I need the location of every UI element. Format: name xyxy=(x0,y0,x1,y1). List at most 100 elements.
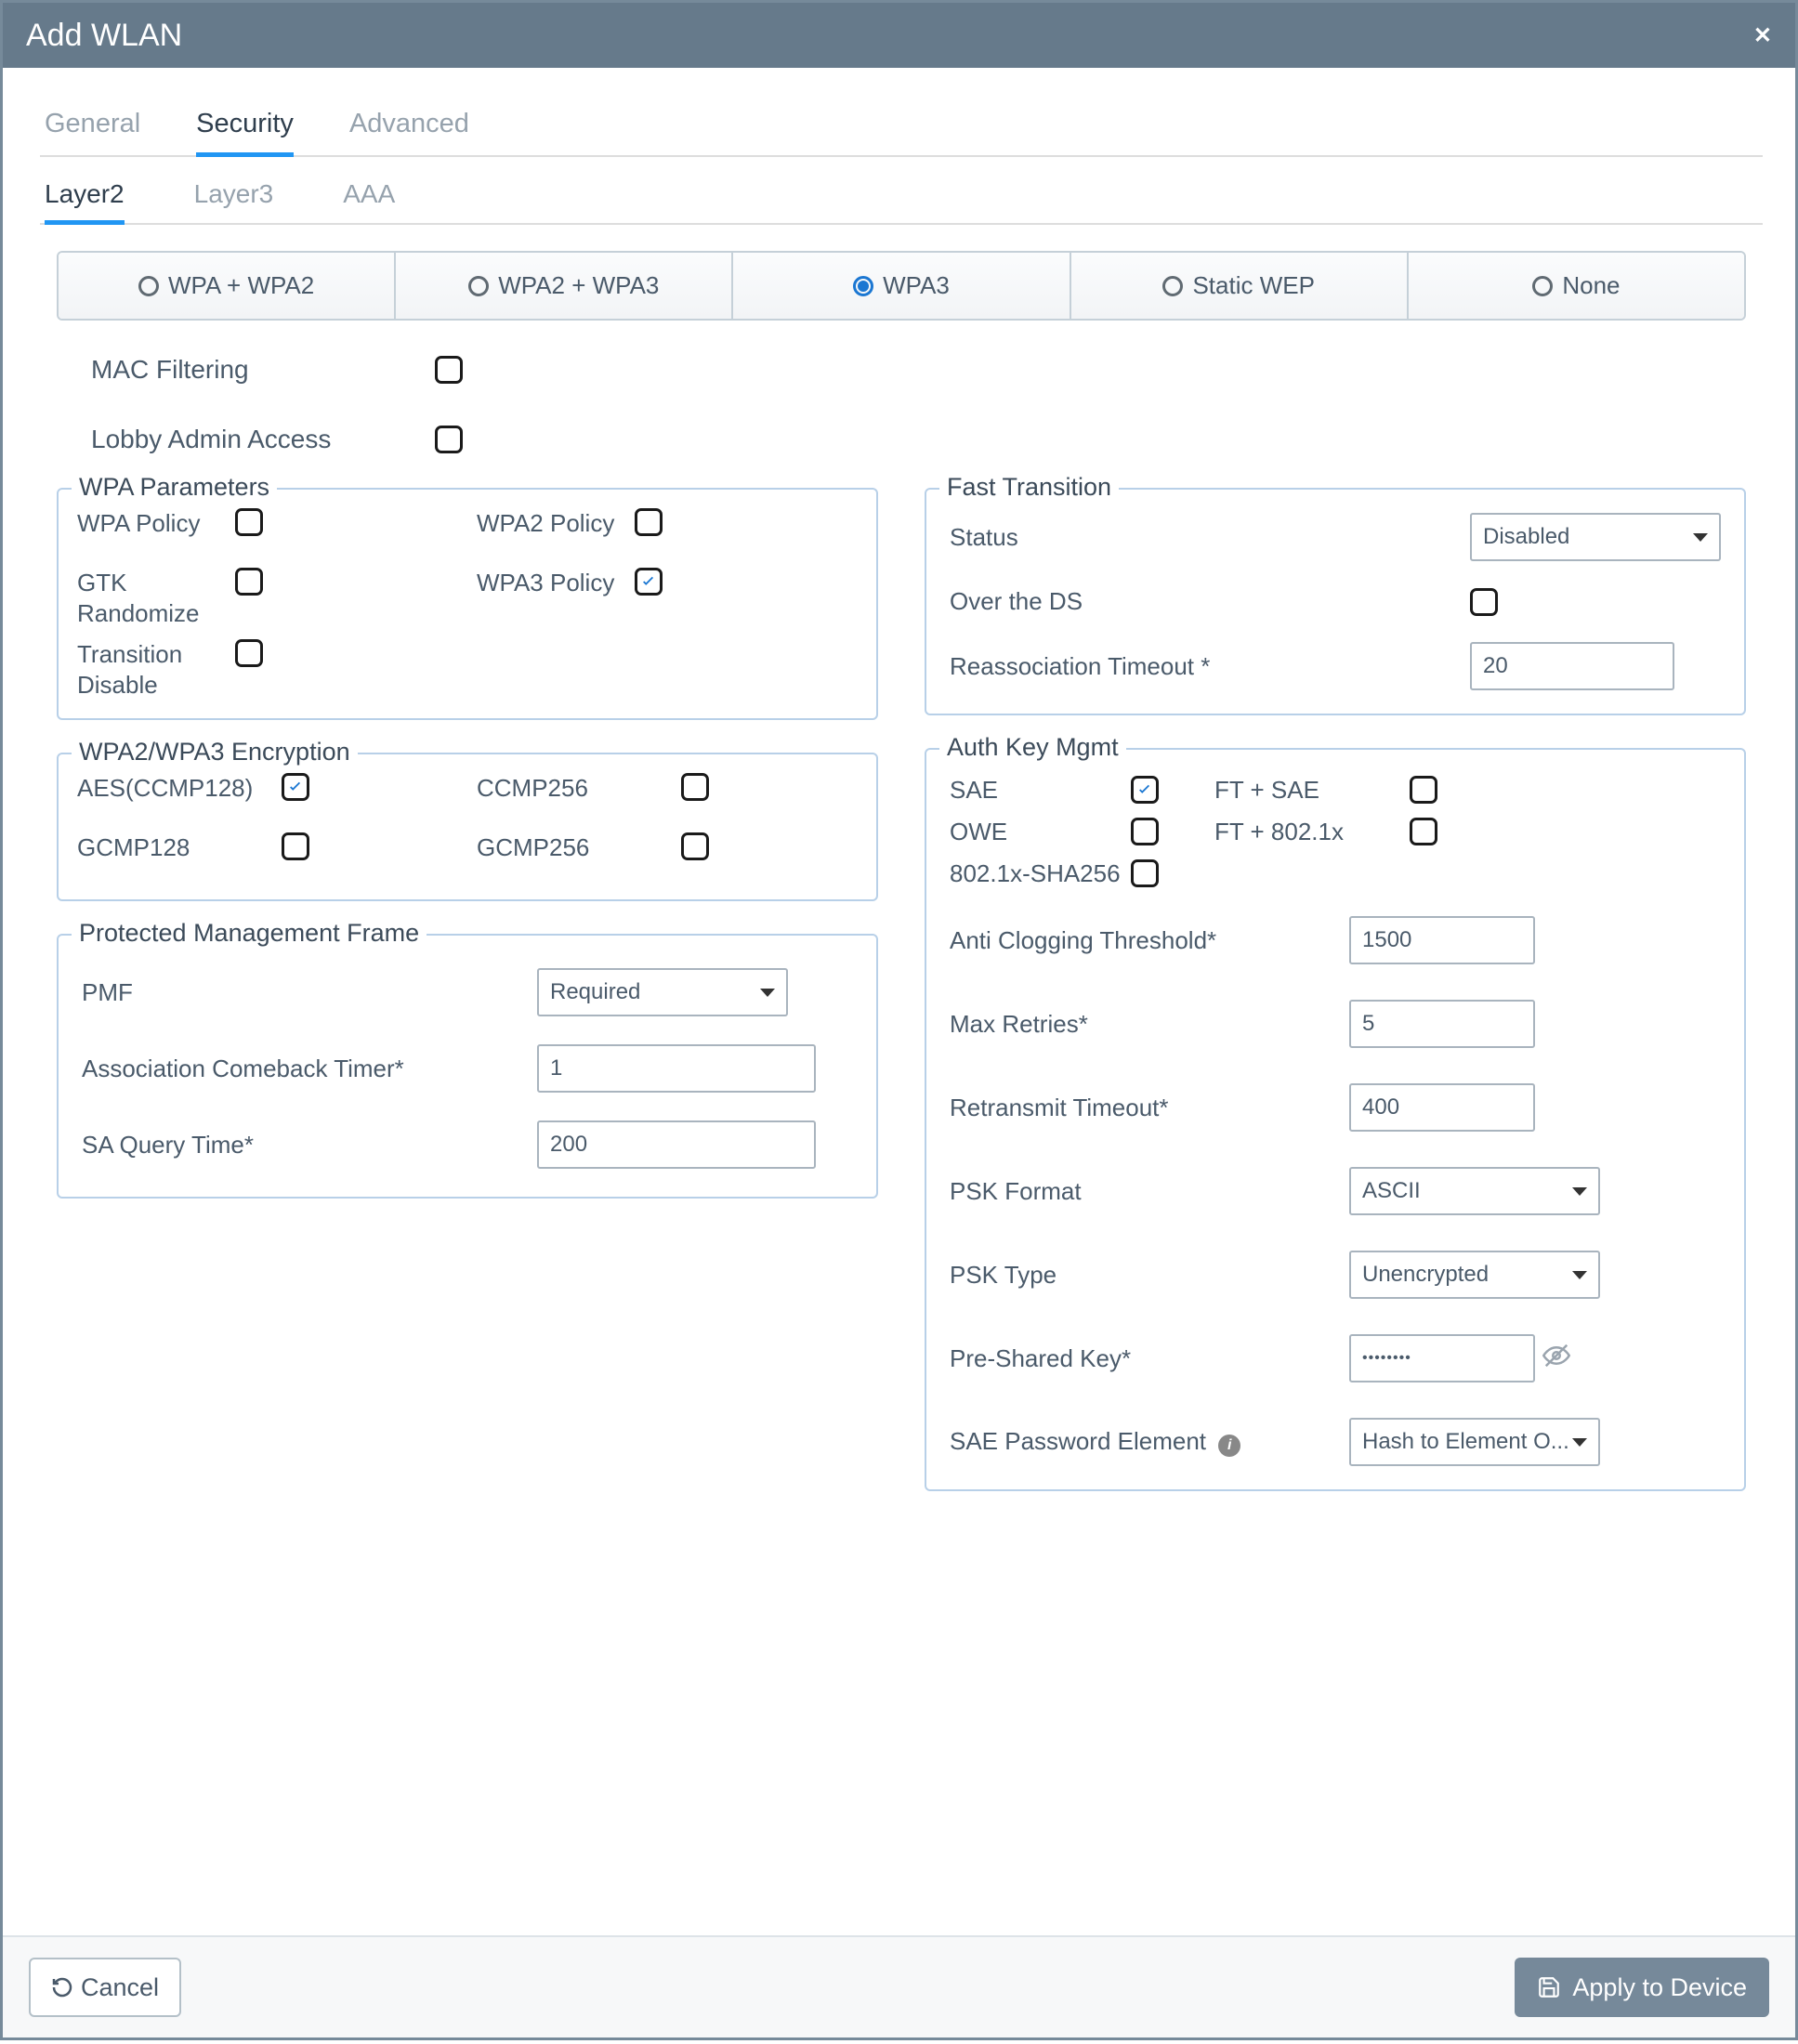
eye-icon[interactable] xyxy=(1542,1342,1570,1376)
assoc-comeback-label: Association Comeback Timer* xyxy=(82,1055,537,1083)
gcmp256-label: GCMP256 xyxy=(477,832,672,863)
ccmp256-checkbox[interactable] xyxy=(681,773,709,801)
sae-password-element-value: Hash to Element O... xyxy=(1362,1429,1569,1455)
subtab-layer3[interactable]: Layer3 xyxy=(194,168,274,223)
psk-type-value: Unencrypted xyxy=(1362,1262,1489,1288)
sa-query-input[interactable]: 200 xyxy=(537,1120,816,1169)
gtk-randomize-checkbox[interactable] xyxy=(235,568,263,596)
close-icon[interactable]: ✕ xyxy=(1753,22,1772,49)
security-mode-group: WPA + WPA2 WPA2 + WPA3 WPA3 Static WEP N… xyxy=(57,251,1746,321)
pmf-legend: Protected Management Frame xyxy=(72,919,427,948)
reassoc-timeout-value: 20 xyxy=(1483,653,1508,679)
sae-password-element-label: SAE Password Element i xyxy=(950,1427,1349,1457)
wpa2-policy-label: WPA2 Policy xyxy=(477,508,625,539)
wpa3-policy-checkbox[interactable] xyxy=(635,568,663,596)
mode-static-wep[interactable]: Static WEP xyxy=(1071,253,1409,319)
ft-8021x-checkbox[interactable] xyxy=(1410,818,1437,845)
owe-checkbox[interactable] xyxy=(1131,818,1159,845)
max-retries-label: Max Retries* xyxy=(950,1010,1349,1039)
save-icon xyxy=(1537,1975,1561,1999)
cancel-button[interactable]: Cancel xyxy=(29,1958,181,2017)
wpa-policy-label: WPA Policy xyxy=(77,508,226,539)
wpa-policy-checkbox[interactable] xyxy=(235,508,263,536)
reassoc-timeout-input[interactable]: 20 xyxy=(1470,642,1674,690)
wpa2-policy-checkbox[interactable] xyxy=(635,508,663,536)
max-retries-value: 5 xyxy=(1362,1011,1374,1037)
tab-security[interactable]: Security xyxy=(196,96,294,157)
8021x-sha256-checkbox[interactable] xyxy=(1131,859,1159,887)
mode-wpa3-label: WPA3 xyxy=(883,271,950,300)
tab-general[interactable]: General xyxy=(45,96,140,155)
subtab-layer2[interactable]: Layer2 xyxy=(45,168,125,225)
mode-wpa-wpa2[interactable]: WPA + WPA2 xyxy=(59,253,396,319)
psk-type-select[interactable]: Unencrypted xyxy=(1349,1251,1600,1299)
gcmp128-checkbox[interactable] xyxy=(282,832,309,860)
sae-label: SAE xyxy=(950,776,1131,805)
mode-wpa2-wpa3[interactable]: WPA2 + WPA3 xyxy=(396,253,733,319)
mode-wpa2-wpa3-label: WPA2 + WPA3 xyxy=(498,271,659,300)
tab-advanced[interactable]: Advanced xyxy=(349,96,469,155)
sub-tabs: Layer2 Layer3 AAA xyxy=(40,168,1763,225)
aes-ccmp128-checkbox[interactable] xyxy=(282,773,309,801)
8021x-sha256-label: 802.1x-SHA256 xyxy=(950,859,1131,888)
sae-checkbox[interactable] xyxy=(1131,776,1159,804)
mode-static-wep-label: Static WEP xyxy=(1192,271,1314,300)
gtk-randomize-label: GTK Randomize xyxy=(77,568,226,628)
retransmit-timeout-value: 400 xyxy=(1362,1094,1399,1120)
mac-filtering-checkbox[interactable] xyxy=(435,356,463,384)
pre-shared-key-value: •••••••• xyxy=(1362,1350,1411,1367)
cancel-button-label: Cancel xyxy=(81,1973,159,2002)
retransmit-timeout-input[interactable]: 400 xyxy=(1349,1083,1535,1132)
content-scroll[interactable]: General Security Advanced Layer2 Layer3 … xyxy=(3,68,1795,1935)
over-the-ds-checkbox[interactable] xyxy=(1470,588,1498,616)
ft-sae-checkbox[interactable] xyxy=(1410,776,1437,804)
auth-key-mgmt-legend: Auth Key Mgmt xyxy=(939,733,1126,762)
encryption-fieldset: WPA2/WPA3 Encryption AES(CCMP128) CCMP25… xyxy=(57,753,878,901)
pmf-select-value: Required xyxy=(550,979,640,1005)
ft-status-value: Disabled xyxy=(1483,524,1569,550)
undo-icon xyxy=(51,1976,73,1998)
psk-format-select[interactable]: ASCII xyxy=(1349,1167,1600,1215)
main-tabs: General Security Advanced xyxy=(40,96,1763,157)
max-retries-input[interactable]: 5 xyxy=(1349,1000,1535,1048)
auth-key-mgmt-fieldset: Auth Key Mgmt SAE FT + SAE OWE FT + 802.… xyxy=(925,748,1746,1491)
encryption-legend: WPA2/WPA3 Encryption xyxy=(72,738,358,766)
transition-disable-checkbox[interactable] xyxy=(235,639,263,667)
info-icon[interactable]: i xyxy=(1218,1435,1240,1457)
ft-status-label: Status xyxy=(950,523,1470,552)
over-the-ds-label: Over the DS xyxy=(950,587,1470,616)
sa-query-label: SA Query Time* xyxy=(82,1131,537,1160)
mode-none-label: None xyxy=(1562,271,1620,300)
footer-bar: Cancel Apply to Device xyxy=(3,1935,1795,2037)
psk-format-label: PSK Format xyxy=(950,1177,1349,1206)
ccmp256-label: CCMP256 xyxy=(477,773,672,804)
psk-format-value: ASCII xyxy=(1362,1178,1421,1204)
psk-type-label: PSK Type xyxy=(950,1261,1349,1290)
fast-transition-legend: Fast Transition xyxy=(939,473,1119,502)
sa-query-value: 200 xyxy=(550,1132,587,1158)
assoc-comeback-input[interactable]: 1 xyxy=(537,1044,816,1093)
pre-shared-key-input[interactable]: •••••••• xyxy=(1349,1334,1535,1382)
pmf-select[interactable]: Required xyxy=(537,968,788,1016)
ft-status-select[interactable]: Disabled xyxy=(1470,513,1721,561)
chevron-down-icon xyxy=(1572,1438,1587,1447)
subtab-aaa[interactable]: AAA xyxy=(343,168,395,223)
mode-wpa3[interactable]: WPA3 xyxy=(733,253,1070,319)
anti-clogging-input[interactable]: 1500 xyxy=(1349,916,1535,964)
apply-button-label: Apply to Device xyxy=(1572,1973,1747,2002)
gcmp128-label: GCMP128 xyxy=(77,832,272,863)
title-bar: Add WLAN ✕ xyxy=(3,3,1795,68)
lobby-admin-checkbox[interactable] xyxy=(435,426,463,453)
anti-clogging-value: 1500 xyxy=(1362,927,1411,953)
sae-password-element-select[interactable]: Hash to Element O... xyxy=(1349,1418,1600,1466)
ft-sae-label: FT + SAE xyxy=(1214,776,1410,805)
gcmp256-checkbox[interactable] xyxy=(681,832,709,860)
window-title: Add WLAN xyxy=(26,18,182,54)
chevron-down-icon xyxy=(760,989,775,997)
mac-filtering-label: MAC Filtering xyxy=(91,355,342,385)
mode-none[interactable]: None xyxy=(1409,253,1744,319)
aes-ccmp128-label: AES(CCMP128) xyxy=(77,773,272,804)
fast-transition-fieldset: Fast Transition Status Disabled Over the… xyxy=(925,488,1746,715)
pmf-fieldset: Protected Management Frame PMF Required … xyxy=(57,934,878,1199)
apply-button[interactable]: Apply to Device xyxy=(1515,1958,1769,2017)
